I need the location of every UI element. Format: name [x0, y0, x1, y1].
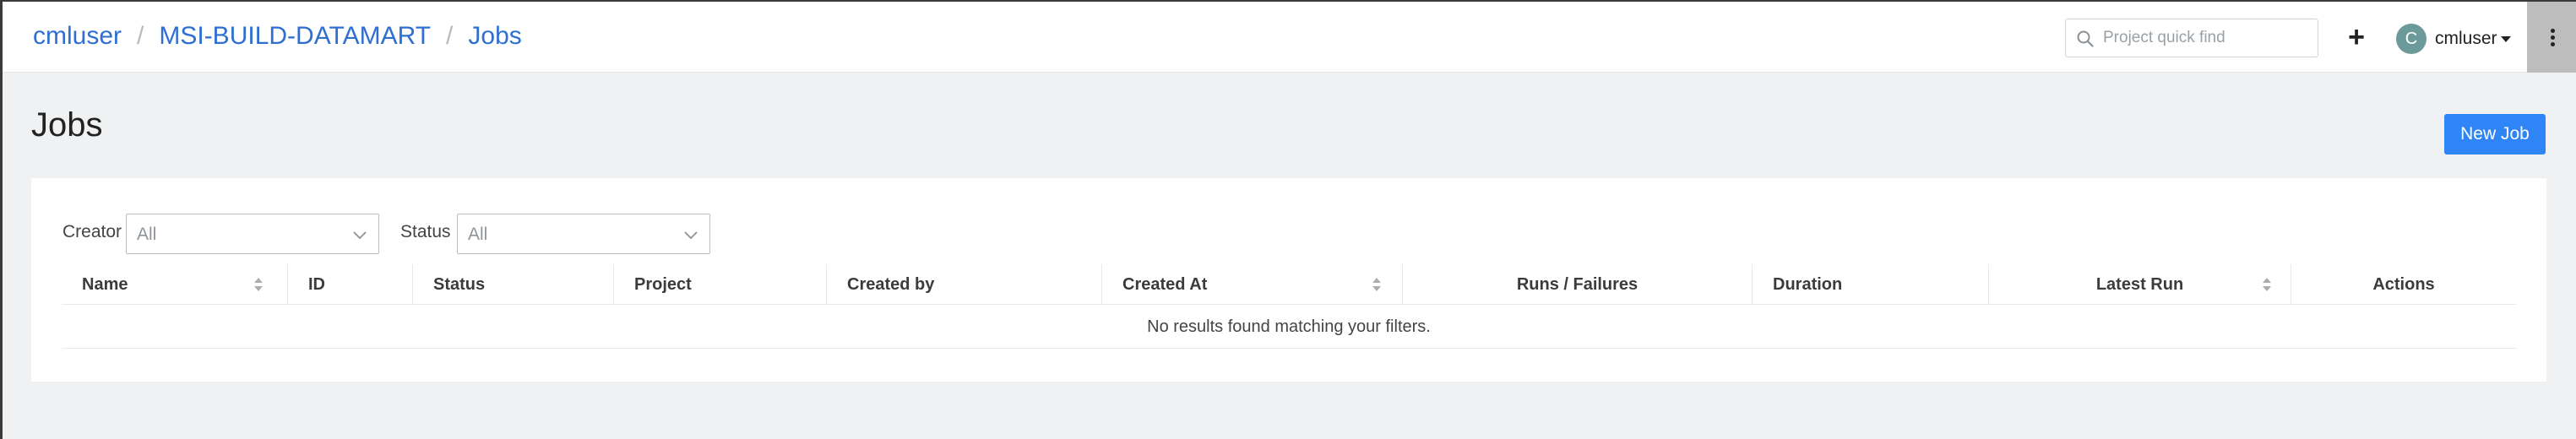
breadcrumb-jobs-link[interactable]: Jobs	[468, 22, 521, 51]
status-filter-label: Status	[400, 222, 451, 241]
jobs-table: Name ID Status Project Created by Create…	[62, 264, 2516, 349]
column-header-project: Project	[614, 264, 827, 305]
project-quick-find	[2065, 19, 2318, 57]
search-icon	[2077, 30, 2094, 47]
column-header-created-by-label: Created by	[847, 275, 935, 294]
chevron-down-icon	[684, 231, 698, 240]
column-header-duration-label: Duration	[1773, 275, 1843, 294]
breadcrumb-separator: /	[137, 22, 144, 50]
breadcrumb: cmluser / MSI-BUILD-DATAMART / Jobs	[33, 22, 522, 51]
sort-icon	[254, 278, 263, 291]
column-header-created-at-label: Created At	[1122, 275, 1208, 294]
empty-results-message: No results found matching your filters.	[62, 305, 2516, 349]
project-quick-find-input[interactable]	[2103, 19, 2314, 57]
creator-filter-label: Creator	[62, 222, 122, 241]
page-title: Jobs	[31, 106, 103, 144]
user-name: cmluser	[2435, 29, 2497, 48]
column-header-duration: Duration	[1753, 264, 1989, 305]
avatar: C	[2396, 24, 2427, 54]
column-header-created-by: Created by	[827, 264, 1102, 305]
column-header-runs-failures: Runs / Failures	[1403, 264, 1753, 305]
chevron-down-icon	[353, 231, 367, 240]
breadcrumb-separator: /	[446, 22, 454, 50]
top-navigation-bar: cmluser / MSI-BUILD-DATAMART / Jobs + C …	[3, 0, 2576, 73]
column-header-id: ID	[288, 264, 413, 305]
column-header-project-label: Project	[634, 275, 692, 294]
table-header: Name ID Status Project Created by Create…	[62, 264, 2516, 305]
column-header-latest-run-label: Latest Run	[2095, 275, 2184, 294]
column-header-actions: Actions	[2291, 264, 2516, 305]
creator-filter-select[interactable]: All	[126, 214, 379, 254]
new-job-button[interactable]: New Job	[2444, 114, 2546, 154]
breadcrumb-user-link[interactable]: cmluser	[33, 22, 122, 51]
column-header-status: Status	[413, 264, 614, 305]
sort-icon	[2263, 278, 2271, 291]
column-header-name-label: Name	[82, 275, 128, 294]
breadcrumb-project-link[interactable]: MSI-BUILD-DATAMART	[159, 22, 431, 51]
caret-down-icon	[2500, 35, 2511, 42]
creator-filter-value: All	[137, 225, 157, 244]
more-options-icon[interactable]	[2527, 2, 2576, 73]
status-filter-select[interactable]: All	[457, 214, 710, 254]
column-header-runs-failures-label: Runs / Failures	[1516, 275, 1639, 294]
status-filter-value: All	[468, 225, 488, 244]
column-header-status-label: Status	[433, 275, 486, 294]
column-header-actions-label: Actions	[2372, 275, 2435, 294]
column-header-name[interactable]: Name	[62, 264, 288, 305]
user-menu[interactable]: C cmluser	[2396, 20, 2511, 57]
add-icon[interactable]: +	[2340, 20, 2372, 56]
column-header-latest-run[interactable]: Latest Run	[1989, 264, 2291, 305]
column-header-id-label: ID	[308, 275, 325, 294]
jobs-panel: Creator All Status All Name ID Status Pr…	[31, 178, 2546, 382]
sort-icon	[1372, 278, 1381, 291]
column-header-created-at[interactable]: Created At	[1102, 264, 1403, 305]
